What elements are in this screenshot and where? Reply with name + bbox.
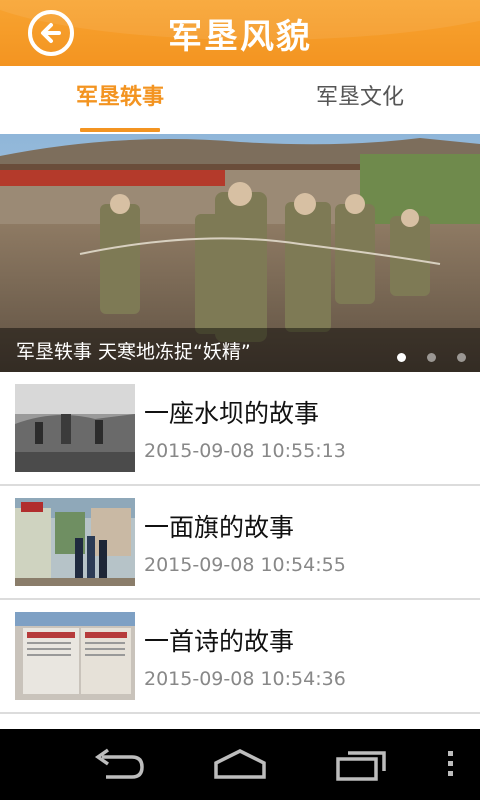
active-tab-indicator <box>80 128 160 132</box>
article-thumbnail <box>15 612 135 700</box>
home-icon[interactable] <box>210 747 270 781</box>
article-timestamp: 2015-09-08 10:54:36 <box>144 668 346 690</box>
page-title: 军垦风貌 <box>168 17 312 57</box>
banner-carousel[interactable]: 军垦轶事 天寒地冻捉“妖精” <box>0 134 480 372</box>
list-item[interactable]: 一首诗的故事 2015-09-08 10:54:36 <box>0 600 480 714</box>
recent-apps-icon[interactable] <box>334 747 390 781</box>
banner-caption-bar: 军垦轶事 天寒地冻捉“妖精” <box>0 328 480 372</box>
list-item[interactable]: 一座水坝的故事 2015-09-08 10:55:13 <box>0 372 480 486</box>
article-title: 一面旗的故事 <box>144 513 295 542</box>
menu-overflow-icon[interactable] <box>444 747 456 781</box>
article-timestamp: 2015-09-08 10:54:55 <box>144 554 346 576</box>
back-icon[interactable] <box>92 747 148 781</box>
article-thumbnail <box>15 384 135 472</box>
carousel-dot-2[interactable] <box>426 353 436 362</box>
article-timestamp: 2015-09-08 10:55:13 <box>144 440 346 462</box>
tab-military-anecdotes[interactable]: 军垦轶事 <box>0 66 240 134</box>
list-item[interactable]: 一面旗的故事 2015-09-08 10:54:55 <box>0 486 480 600</box>
carousel-page-indicator <box>381 347 466 366</box>
article-title: 一座水坝的故事 <box>144 399 320 428</box>
article-title: 一首诗的故事 <box>144 627 295 656</box>
app-header: 军垦风貌 <box>0 0 480 66</box>
article-list: 一座水坝的故事 2015-09-08 10:55:13 一面旗的故事 2015-… <box>0 372 480 714</box>
article-thumbnail <box>15 498 135 586</box>
tab-military-culture[interactable]: 军垦文化 <box>240 66 480 134</box>
tab-bar: 军垦轶事 军垦文化 <box>0 66 480 134</box>
system-navigation-bar <box>0 729 480 800</box>
carousel-dot-3[interactable] <box>457 353 466 362</box>
banner-caption: 军垦轶事 天寒地冻捉“妖精” <box>16 341 251 363</box>
carousel-dot-1[interactable] <box>396 353 406 362</box>
